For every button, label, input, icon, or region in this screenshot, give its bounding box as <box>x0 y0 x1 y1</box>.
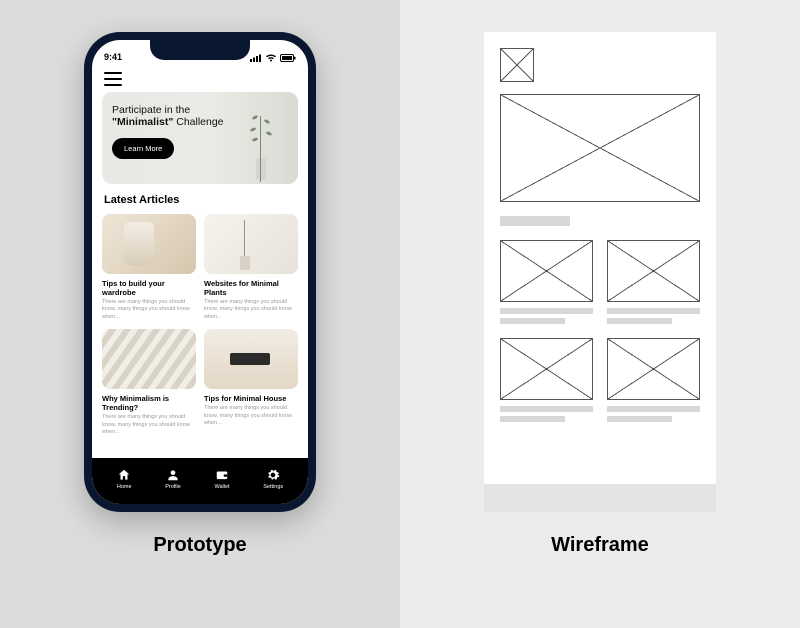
article-desc: There are many things you should know, m… <box>204 405 298 427</box>
learn-more-button[interactable]: Learn More <box>112 138 174 159</box>
article-card[interactable]: Tips to build your wardrobe There are ma… <box>102 214 196 321</box>
wf-text-placeholder <box>500 406 593 412</box>
wf-thumb-placeholder <box>607 240 700 302</box>
article-desc: There are many things you should know, m… <box>102 299 196 321</box>
article-thumbnail <box>204 329 298 389</box>
wf-text-placeholder <box>500 318 565 324</box>
wf-text-placeholder <box>607 416 672 422</box>
prototype-panel: 9:41 Participate in the "Minimalist" Cha… <box>0 0 400 628</box>
menu-icon[interactable] <box>104 72 122 86</box>
article-thumbnail <box>102 214 196 274</box>
status-time: 9:41 <box>104 52 122 62</box>
wallet-icon <box>215 468 229 482</box>
wf-logo-placeholder <box>500 48 534 82</box>
wf-card-placeholder <box>607 240 700 324</box>
tab-wallet[interactable]: Wallet <box>214 468 229 490</box>
tab-profile[interactable]: Profile <box>165 468 181 490</box>
wireframe-caption: Wireframe <box>551 534 649 557</box>
article-card[interactable]: Tips for Minimal House There are many th… <box>204 329 298 436</box>
wf-tabbar-placeholder <box>484 484 716 512</box>
article-desc: There are many things you should know, m… <box>102 414 196 436</box>
tab-label: Profile <box>165 484 181 490</box>
articles-grid: Tips to build your wardrobe There are ma… <box>102 214 298 437</box>
wf-thumb-placeholder <box>607 338 700 400</box>
hero-banner[interactable]: Participate in the "Minimalist" Challeng… <box>102 92 298 184</box>
wf-hero-placeholder <box>500 94 700 202</box>
wf-thumb-placeholder <box>500 240 593 302</box>
phone-screen: 9:41 Participate in the "Minimalist" Cha… <box>92 40 308 504</box>
wf-grid <box>500 240 700 422</box>
tab-home[interactable]: Home <box>117 468 132 490</box>
signal-icon <box>250 54 262 62</box>
tab-settings[interactable]: Settings <box>263 468 283 490</box>
tab-label: Settings <box>263 484 283 490</box>
wf-text-placeholder <box>500 308 593 314</box>
wf-card-placeholder <box>500 240 593 324</box>
wireframe-frame <box>484 32 716 512</box>
hero-plant-illustration <box>242 98 282 184</box>
wf-text-placeholder <box>607 406 700 412</box>
article-title: Tips for Minimal House <box>204 394 298 403</box>
wf-text-placeholder <box>607 318 672 324</box>
gear-icon <box>266 468 280 482</box>
article-thumbnail <box>102 329 196 389</box>
article-card[interactable]: Why Minimalism is Trending? There are ma… <box>102 329 196 436</box>
prototype-caption: Prototype <box>153 534 246 557</box>
wireframe-panel: Wireframe <box>400 0 800 628</box>
tab-bar: Home Profile Wallet Settings <box>92 458 308 504</box>
wf-section-label-placeholder <box>500 216 570 226</box>
wf-text-placeholder <box>500 416 565 422</box>
tab-label: Home <box>117 484 132 490</box>
tab-label: Wallet <box>214 484 229 490</box>
article-title: Websites for Minimal Plants <box>204 279 298 297</box>
wf-text-placeholder <box>607 308 700 314</box>
article-thumbnail <box>204 214 298 274</box>
profile-icon <box>166 468 180 482</box>
wifi-icon <box>265 54 277 62</box>
wf-card-placeholder <box>500 338 593 422</box>
article-title: Tips to build your wardrobe <box>102 279 196 297</box>
section-title: Latest Articles <box>104 194 296 206</box>
wf-thumb-placeholder <box>500 338 593 400</box>
phone-frame: 9:41 Participate in the "Minimalist" Cha… <box>84 32 316 512</box>
article-card[interactable]: Websites for Minimal Plants There are ma… <box>204 214 298 321</box>
wf-card-placeholder <box>607 338 700 422</box>
battery-icon <box>280 54 296 62</box>
article-desc: There are many things you should know, m… <box>204 299 298 321</box>
article-title: Why Minimalism is Trending? <box>102 394 196 412</box>
home-icon <box>117 468 131 482</box>
phone-notch <box>150 40 250 60</box>
